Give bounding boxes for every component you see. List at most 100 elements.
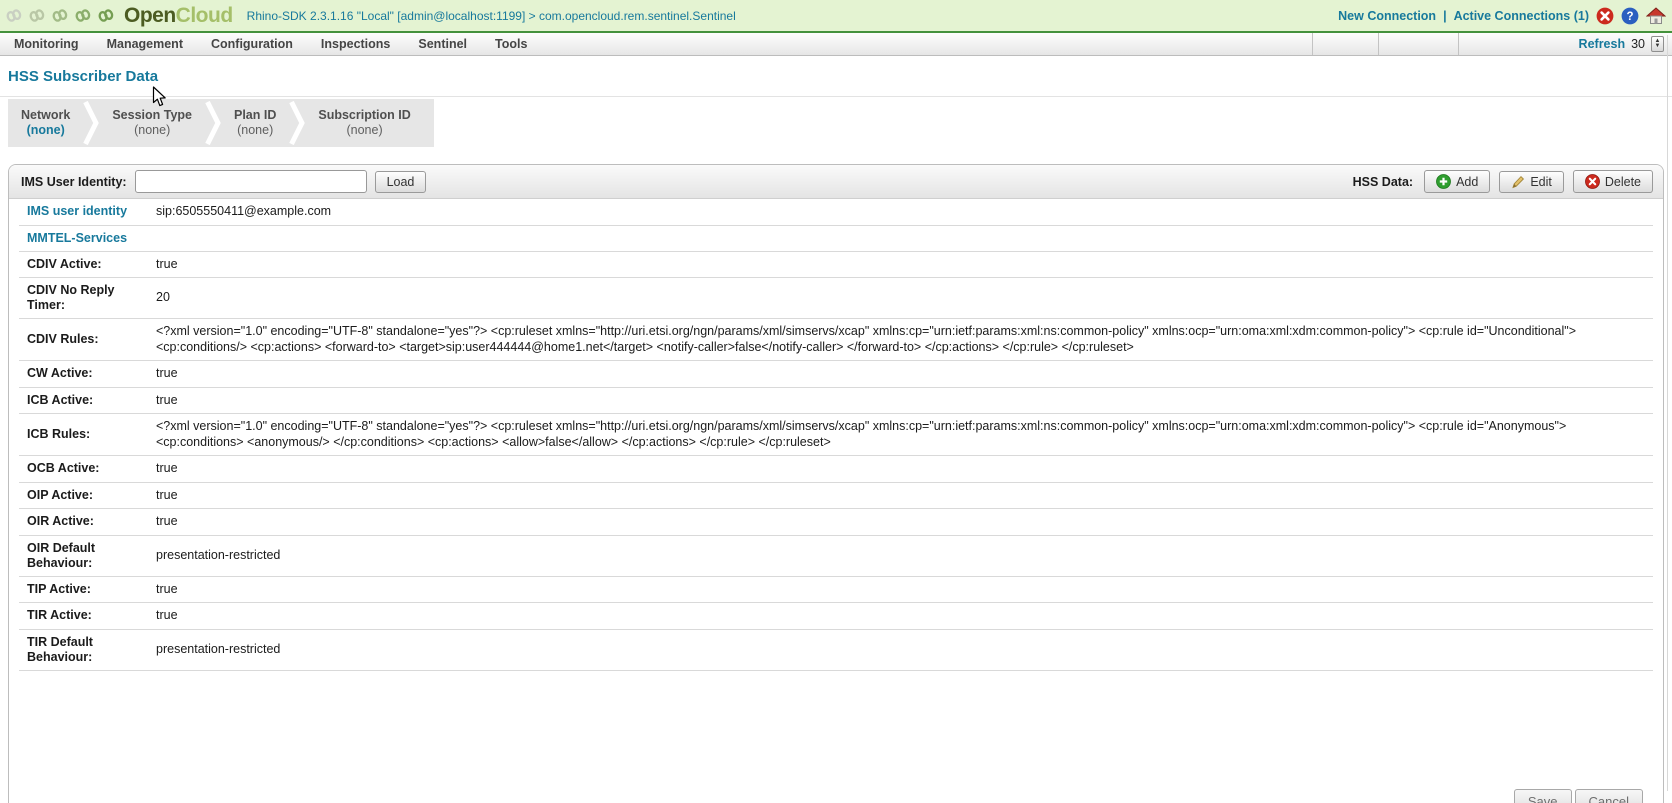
refresh-cell: Refresh 30 ▲ ▼ bbox=[1458, 33, 1672, 55]
logo-open-text: Open bbox=[124, 3, 176, 27]
row-tir-active[interactable]: TIR Active: true bbox=[19, 603, 1653, 630]
new-connection-link[interactable]: New Connection bbox=[1338, 9, 1436, 23]
panel-spacer bbox=[9, 671, 1663, 789]
menu-item-sentinel[interactable]: Sentinel bbox=[404, 33, 481, 55]
edit-button-label: Edit bbox=[1530, 174, 1552, 189]
chain-link-icon bbox=[6, 9, 22, 22]
chain-link-icon bbox=[98, 9, 114, 22]
chain-link-icon bbox=[29, 9, 45, 22]
app-header: OpenCloud Rhino-SDK 2.3.1.16 "Local" [ad… bbox=[0, 0, 1672, 33]
row-value bbox=[138, 237, 1653, 239]
menubar-empty-cell bbox=[1312, 33, 1378, 55]
cancel-button[interactable]: Cancel bbox=[1574, 788, 1643, 803]
wizard-step-network[interactable]: Network (none) bbox=[8, 99, 83, 147]
row-ocb-active[interactable]: OCB Active: true bbox=[19, 456, 1653, 483]
wizard-step-plan-id[interactable]: Plan ID (none) bbox=[221, 99, 289, 147]
refresh-link[interactable]: Refresh bbox=[1579, 37, 1626, 51]
chevron-right-icon bbox=[83, 100, 100, 146]
row-value: true bbox=[156, 487, 178, 502]
row-label: CDIV Rules: bbox=[27, 332, 99, 346]
title-bar: HSS Subscriber Data bbox=[0, 56, 1672, 97]
row-oir-active[interactable]: OIR Active: true bbox=[19, 509, 1653, 536]
wizard-step-label: Session Type bbox=[112, 108, 192, 122]
wizard-step-label: Network bbox=[21, 108, 71, 122]
menubar-empty-cell bbox=[1378, 33, 1458, 55]
row-label: TIR Default Behaviour: bbox=[27, 634, 93, 664]
wizard-step-value: (none) bbox=[26, 123, 65, 137]
chevron-right-icon bbox=[205, 100, 221, 146]
row-cdiv-rules[interactable]: CDIV Rules: <?xml version="1.0" encoding… bbox=[19, 319, 1653, 361]
row-cdiv-active[interactable]: CDIV Active: true bbox=[19, 252, 1653, 278]
hss-subscriber-panel: IMS User Identity: Load HSS Data: Add Ed… bbox=[8, 164, 1664, 803]
refresh-interval-stepper[interactable]: ▲ ▼ bbox=[1651, 36, 1664, 52]
chain-link-icon bbox=[52, 9, 68, 22]
row-cdiv-no-reply-timer[interactable]: CDIV No Reply Timer: 20 bbox=[19, 278, 1653, 319]
row-value: <?xml version="1.0" encoding="UTF-8" sta… bbox=[156, 324, 1577, 354]
delete-button[interactable]: Delete bbox=[1572, 170, 1653, 193]
row-label: CDIV No Reply Timer: bbox=[27, 283, 115, 312]
row-value: true bbox=[156, 608, 178, 622]
refresh-interval-value: 30 bbox=[1631, 37, 1645, 51]
row-label: TIR Active: bbox=[27, 608, 92, 623]
page-title: HSS Subscriber Data bbox=[8, 68, 159, 85]
row-tip-active[interactable]: TIP Active: true bbox=[19, 577, 1653, 603]
ims-user-identity-input[interactable] bbox=[134, 170, 367, 193]
panel-toolbar: IMS User Identity: Load HSS Data: Add Ed… bbox=[9, 165, 1663, 199]
menu-item-tools[interactable]: Tools bbox=[481, 33, 541, 55]
menu-item-configuration[interactable]: Configuration bbox=[197, 33, 307, 55]
row-label: MMTEL-Services bbox=[27, 230, 128, 245]
row-value: presentation-restricted bbox=[156, 547, 281, 562]
header-actions: New Connection | Active Connections (1) … bbox=[1338, 6, 1666, 25]
wizard-step-value: (none) bbox=[346, 123, 383, 137]
add-button[interactable]: Add bbox=[1424, 170, 1491, 193]
home-icon[interactable] bbox=[1646, 6, 1666, 25]
connection-breadcrumb: Rhino-SDK 2.3.1.16 "Local" [admin@localh… bbox=[246, 8, 736, 23]
help-icon[interactable]: ? bbox=[1621, 7, 1639, 25]
row-mmtel-services[interactable]: MMTEL-Services bbox=[19, 226, 1653, 252]
row-value: true bbox=[156, 514, 178, 528]
row-ims-user-identity[interactable]: IMS user identity sip:6505550411@example… bbox=[19, 199, 1653, 226]
row-tir-default-behaviour[interactable]: TIR Default Behaviour: presentation-rest… bbox=[19, 630, 1653, 671]
row-label: OIP Active: bbox=[27, 487, 93, 502]
row-label: OIR Default Behaviour: bbox=[27, 540, 96, 570]
row-value: true bbox=[156, 581, 178, 596]
ims-user-identity-label: IMS User Identity: bbox=[21, 174, 127, 189]
add-button-label: Add bbox=[1456, 174, 1479, 189]
menu-items: Monitoring Management Configuration Inspect… bbox=[0, 33, 541, 55]
link-separator: | bbox=[1443, 8, 1447, 23]
row-value: true bbox=[156, 392, 178, 407]
row-value: true bbox=[156, 461, 178, 475]
save-button[interactable]: Save bbox=[1513, 788, 1572, 803]
row-label: OIR Active: bbox=[27, 514, 94, 529]
row-oip-active[interactable]: OIP Active: true bbox=[19, 483, 1653, 509]
wizard-step-subscription-id[interactable]: Subscription ID (none) bbox=[305, 99, 423, 147]
logo-cloud-text: Cloud bbox=[175, 3, 233, 27]
wizard-step-label: Subscription ID bbox=[318, 108, 411, 122]
edit-button[interactable]: Edit bbox=[1499, 170, 1564, 193]
svg-text:?: ? bbox=[1626, 11, 1633, 23]
row-value: presentation-restricted bbox=[156, 641, 281, 656]
menu-item-monitoring[interactable]: Monitoring bbox=[0, 33, 93, 55]
load-button[interactable]: Load bbox=[374, 170, 427, 193]
hss-data-label: HSS Data: bbox=[1352, 174, 1414, 189]
row-label: IMS user identity bbox=[27, 204, 128, 219]
wizard-steps: Network (none) Session Type (none) Plan ID (n… bbox=[8, 99, 434, 147]
hss-data-actions: HSS Data: Add Edit Delete bbox=[1353, 170, 1653, 193]
row-label: ICB Active: bbox=[27, 392, 94, 407]
row-value: true bbox=[156, 366, 178, 380]
wizard-step-session-type[interactable]: Session Type (none) bbox=[99, 99, 205, 147]
row-icb-active[interactable]: ICB Active: true bbox=[19, 388, 1653, 414]
disconnect-icon[interactable] bbox=[1596, 7, 1614, 25]
menu-item-inspections[interactable]: Inspections bbox=[307, 33, 404, 55]
main-menubar: Monitoring Management Configuration Inspect… bbox=[0, 33, 1672, 56]
brand-chain-icons bbox=[6, 9, 114, 22]
menu-item-management[interactable]: Management bbox=[93, 33, 197, 55]
wizard-step-value: (none) bbox=[134, 123, 171, 137]
delete-button-label: Delete bbox=[1604, 174, 1641, 189]
wizard-step-label: Plan ID bbox=[234, 108, 277, 122]
row-oir-default-behaviour[interactable]: OIR Default Behaviour: presentation-rest… bbox=[19, 536, 1653, 577]
row-cw-active[interactable]: CW Active: true bbox=[19, 361, 1653, 388]
row-icb-rules[interactable]: ICB Rules: <?xml version="1.0" encoding=… bbox=[19, 414, 1653, 456]
opencloud-logo: OpenCloud bbox=[124, 4, 233, 28]
active-connections-link[interactable]: Active Connections (1) bbox=[1454, 9, 1589, 23]
